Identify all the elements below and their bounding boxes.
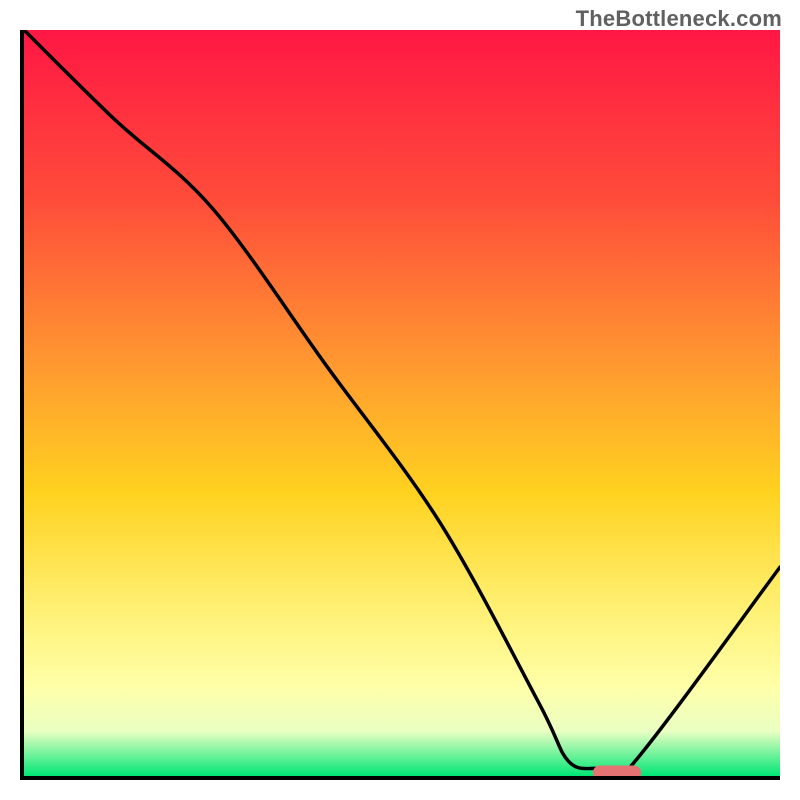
minimum-marker — [593, 765, 641, 776]
watermark-text: TheBottleneck.com — [576, 6, 782, 32]
chart-plot-area — [24, 30, 780, 776]
bottleneck-chart — [24, 30, 780, 776]
chart-axes — [20, 30, 780, 780]
